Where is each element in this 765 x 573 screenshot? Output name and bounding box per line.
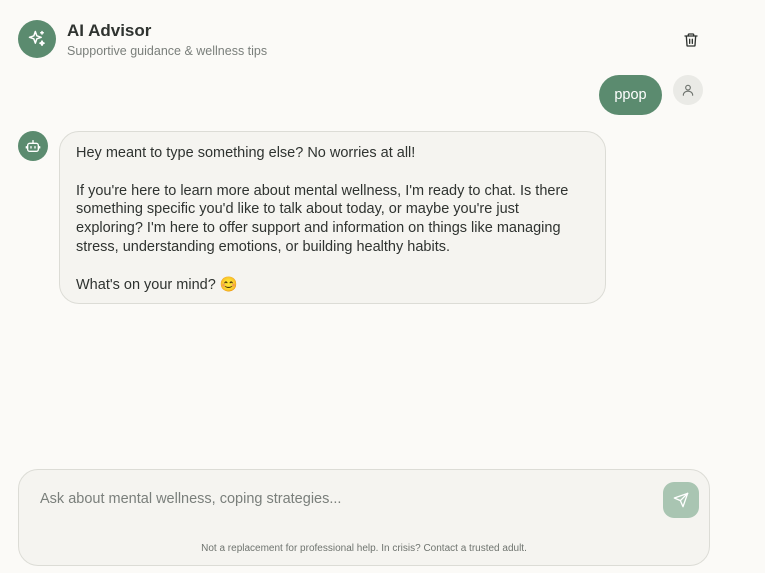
send-icon — [673, 492, 689, 508]
assistant-message-paragraph: Hey meant to type something else? No wor… — [76, 145, 416, 161]
assistant-message-bubble: Hey meant to type something else? No wor… — [59, 131, 606, 304]
chat-header: AI Advisor Supportive guidance & wellnes… — [0, 0, 765, 70]
user-message-bubble: ppop — [599, 75, 662, 115]
user-icon — [682, 84, 694, 96]
clear-chat-button[interactable] — [678, 27, 704, 53]
bot-icon — [25, 140, 41, 152]
send-button[interactable] — [663, 482, 699, 518]
assistant-message-paragraph: If you're here to learn more about menta… — [76, 182, 569, 255]
sparkles-icon — [28, 30, 45, 46]
page-title: AI Advisor — [67, 21, 152, 40]
message-composer: Not a replacement for professional help.… — [18, 469, 710, 566]
user-avatar — [673, 75, 703, 105]
disclaimer-text: Not a replacement for professional help.… — [201, 543, 527, 554]
trash-icon — [684, 33, 698, 47]
page-subtitle: Supportive guidance & wellness tips — [67, 44, 268, 58]
advisor-logo — [18, 20, 56, 58]
assistant-avatar — [18, 131, 48, 161]
message-input[interactable] — [40, 488, 650, 510]
assistant-message-paragraph: What's on your mind? 😊 — [76, 276, 238, 293]
